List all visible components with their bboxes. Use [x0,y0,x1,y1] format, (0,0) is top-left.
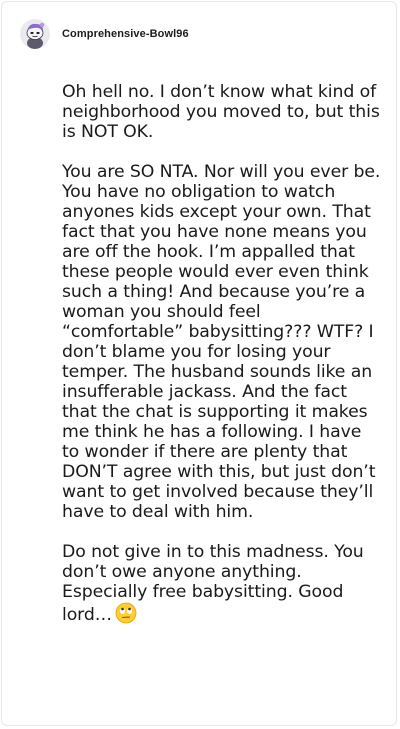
comment-body: Oh hell no. I don’t know what kind of ne… [62,82,382,645]
comment-paragraph-2: You are SO NTA. Nor will you ever be. Yo… [62,162,381,522]
comment-header: Comprehensive-Bowl96 [20,17,189,51]
comment-card: Comprehensive-Bowl96 Oh hell no. I don’t… [1,1,397,726]
comment-paragraph-3-text: Do not give in to this madness. You don’… [62,542,364,625]
eye-roll-emoji-icon [115,602,137,624]
comment-paragraph-3: Do not give in to this madness. You don’… [62,542,382,625]
comment-paragraph-1: Oh hell no. I don’t know what kind of ne… [62,82,380,142]
comment-author[interactable]: Comprehensive-Bowl96 [62,28,189,40]
snoo-avatar-icon[interactable] [20,19,50,49]
